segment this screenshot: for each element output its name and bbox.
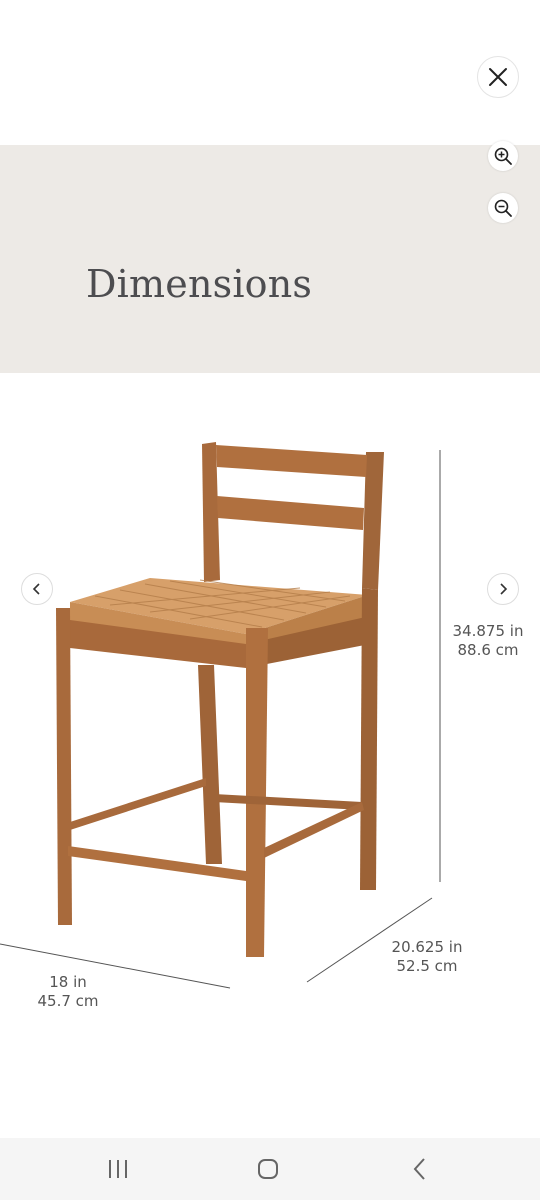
previous-image-button[interactable] — [21, 573, 53, 605]
height-cm: 88.6 cm — [457, 641, 519, 659]
chevron-left-icon — [32, 583, 40, 595]
recents-button[interactable] — [88, 1138, 148, 1200]
height-dimension: 34.875 in 88.6 cm — [449, 622, 527, 660]
zoom-in-icon — [494, 147, 512, 165]
banner-title: Dimensions — [86, 262, 313, 306]
height-inches: 34.875 in — [452, 622, 524, 640]
home-button[interactable] — [238, 1138, 298, 1200]
depth-cm: 52.5 cm — [396, 957, 458, 975]
depth-inches: 20.625 in — [391, 938, 463, 956]
zoom-in-button[interactable] — [488, 141, 518, 171]
system-navigation-bar — [0, 1138, 540, 1200]
back-button[interactable] — [390, 1138, 450, 1200]
chevron-right-icon — [500, 583, 508, 595]
depth-dimension: 20.625 in 52.5 cm — [388, 938, 466, 976]
width-inches: 18 in — [49, 973, 87, 991]
home-icon — [258, 1159, 278, 1179]
close-icon — [489, 68, 507, 86]
width-dimension: 18 in 45.7 cm — [28, 973, 108, 1011]
next-image-button[interactable] — [487, 573, 519, 605]
zoom-out-icon — [494, 199, 512, 217]
width-cm: 45.7 cm — [37, 992, 99, 1010]
dimensions-banner — [0, 145, 540, 373]
zoom-out-button[interactable] — [488, 193, 518, 223]
back-icon — [413, 1158, 425, 1180]
close-button[interactable] — [477, 56, 519, 98]
recents-icon — [109, 1160, 127, 1178]
